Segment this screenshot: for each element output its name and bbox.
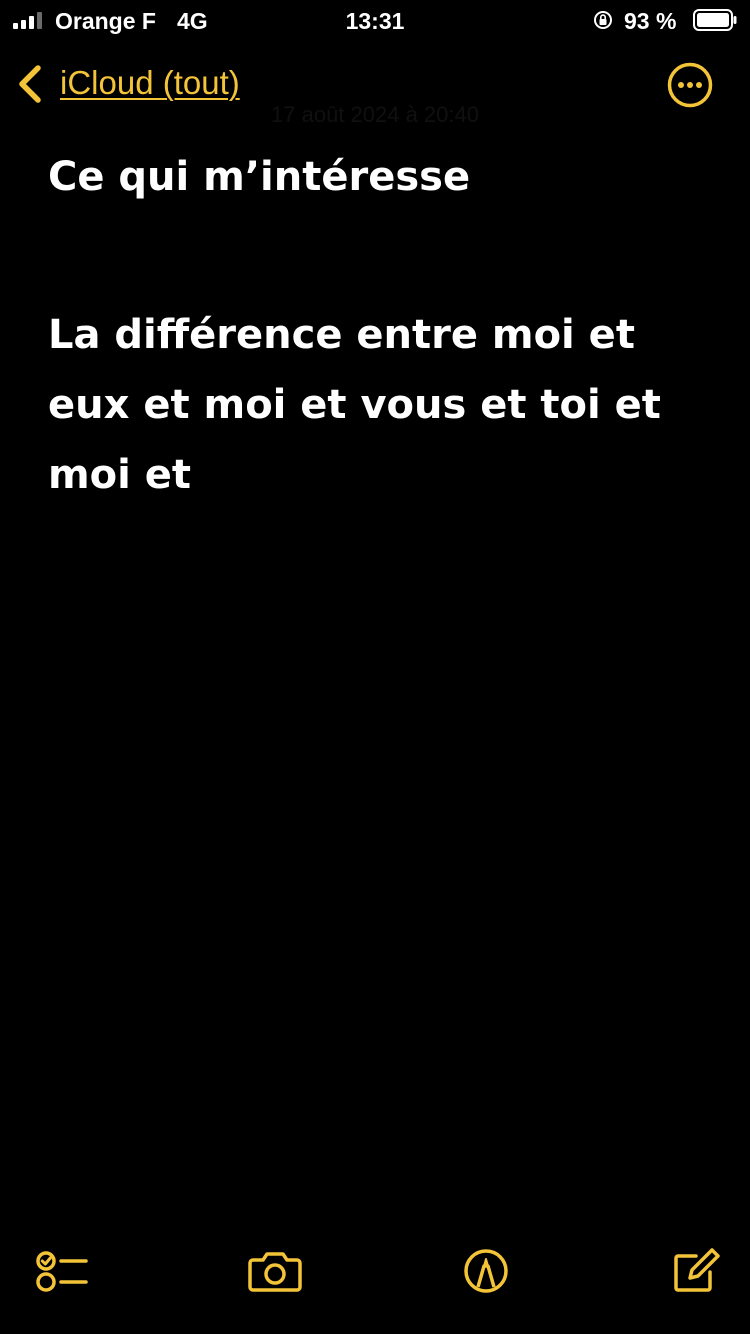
rotation-lock-icon	[594, 11, 612, 29]
note-line: eux et moi et vous et toi et	[48, 382, 661, 428]
compose-button[interactable]	[670, 1244, 724, 1298]
battery-percentage: 93 %	[624, 8, 677, 34]
note-date: 17 août 2024 à 20:40	[271, 102, 479, 127]
markup-button[interactable]	[460, 1244, 514, 1298]
chevron-left-icon[interactable]	[16, 64, 44, 104]
checklist-button[interactable]	[34, 1244, 88, 1298]
bottom-toolbar	[0, 1244, 750, 1334]
note-line: moi et	[48, 452, 192, 498]
battery-icon	[693, 9, 737, 31]
checklist-icon	[36, 1251, 88, 1292]
status-bar: Orange F 4G 13:31 93 %	[0, 0, 750, 42]
compose-icon	[674, 1248, 720, 1292]
note-title: Ce qui m’intéresse	[48, 154, 471, 200]
markup-pen-icon	[464, 1249, 508, 1293]
note-body: La différence entre moi et eux et moi et…	[48, 300, 708, 510]
camera-icon	[248, 1252, 302, 1292]
back-button[interactable]: iCloud (tout)	[60, 64, 240, 102]
camera-button[interactable]	[247, 1244, 302, 1298]
note-editor[interactable]: Ce qui m’intéresse La différence entre m…	[48, 148, 708, 510]
note-line: La différence entre moi et	[48, 312, 635, 358]
ellipsis-circle-icon[interactable]	[667, 62, 713, 108]
